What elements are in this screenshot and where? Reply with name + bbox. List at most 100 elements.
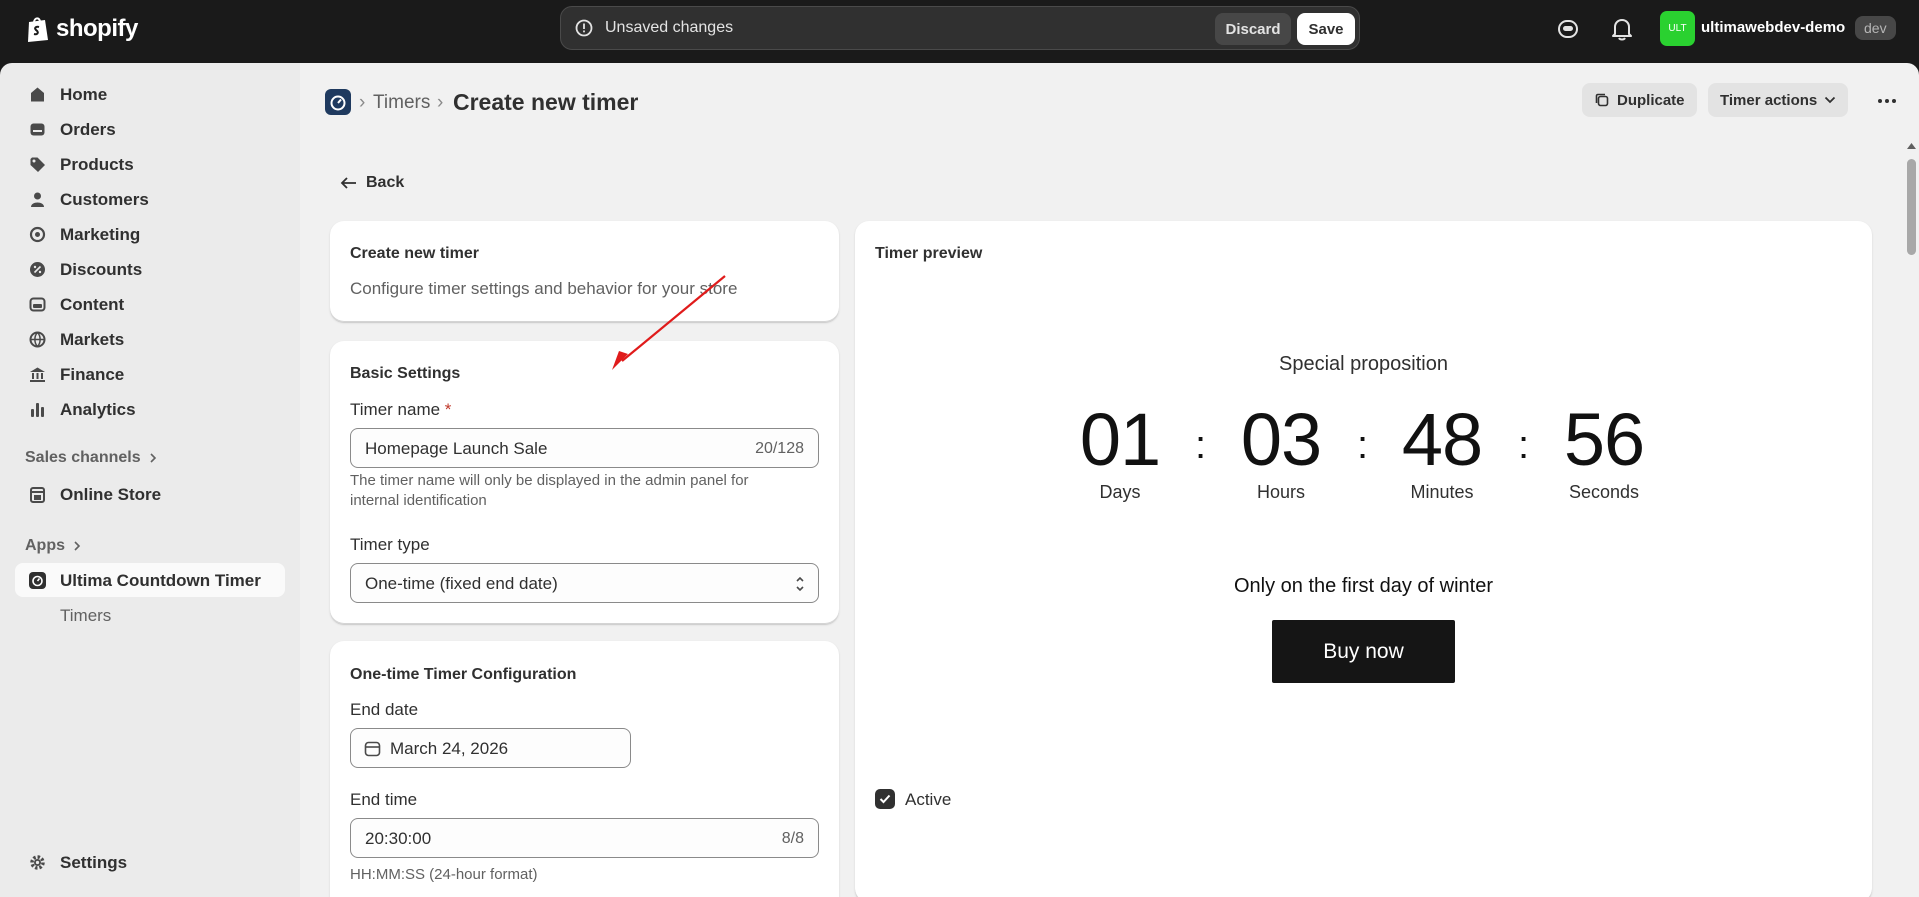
active-checkbox[interactable] [875, 789, 895, 809]
end-date-label: End date [350, 700, 419, 719]
duplicate-icon [1595, 93, 1609, 107]
sidebar-item-products[interactable]: Products [15, 147, 285, 181]
end-time-character-count: 8/8 [781, 830, 804, 847]
sidebar-item-content[interactable]: Content [15, 287, 285, 321]
app-timer-icon[interactable] [325, 89, 351, 115]
intro-card-title: Create new timer [350, 245, 479, 262]
timer-name-input[interactable]: Homepage Launch Sale 20/128 [350, 428, 819, 468]
intro-card: Create new timer Configure timer setting… [330, 221, 839, 322]
sidebar-item-finance[interactable]: Finance [15, 357, 285, 391]
countdown-separator: : [1518, 423, 1530, 467]
basic-settings-card: Basic Settings Timer name * Homepage Lau… [330, 341, 839, 624]
chart-bar-icon [31, 403, 44, 417]
timer-preview-card: Timer preview Special proposition 01 Day… [855, 221, 1872, 897]
buy-now-button[interactable]: Buy now [1272, 620, 1455, 683]
sidebar-item-analytics[interactable]: Analytics [15, 392, 285, 426]
countdown-days: 01 Days [1050, 400, 1190, 503]
timer-type-select[interactable]: One-time (fixed end date) [350, 563, 819, 603]
breadcrumb-timers[interactable]: Timers [373, 92, 430, 114]
chevron-right-icon [150, 453, 156, 463]
preview-headline: Special proposition [1279, 353, 1448, 375]
seconds-label: Seconds [1568, 482, 1640, 502]
basic-settings-title: Basic Settings [350, 365, 461, 382]
annotation-arrow [612, 275, 726, 370]
discount-icon [30, 262, 45, 277]
sidebar-item-label: Products [60, 155, 134, 174]
chevron-down-icon [1825, 96, 1836, 104]
hours-label: Hours [1256, 482, 1305, 502]
sidebar-item-orders[interactable]: Orders [15, 112, 285, 146]
sidebar: Home Orders Products Customers Marketing… [0, 63, 300, 897]
countdown-separator: : [1357, 423, 1369, 467]
store-name[interactable]: ultimawebdev-demo [1701, 19, 1845, 36]
sidebar-item-label: Content [60, 295, 125, 314]
more-actions-button[interactable] [1870, 84, 1904, 118]
bell-icon[interactable] [1611, 17, 1633, 41]
sidebar-item-marketing[interactable]: Marketing [15, 217, 285, 251]
duplicate-label: Duplicate [1617, 91, 1685, 109]
timer-preview-title: Timer preview [875, 245, 983, 262]
home-icon [31, 87, 44, 102]
sidekick-icon[interactable] [1556, 17, 1580, 41]
app-timer-icon [29, 572, 46, 589]
countdown-separator: : [1195, 423, 1207, 467]
end-time-label: End time [350, 790, 418, 809]
sidebar-item-label: Analytics [60, 400, 136, 419]
sales-channels-heading[interactable]: Sales channels [25, 449, 157, 467]
store-avatar[interactable]: ULT [1660, 11, 1695, 46]
sidebar-item-label: Orders [60, 120, 116, 139]
timer-name-value: Homepage Launch Sale [365, 439, 548, 458]
shopify-bag-icon [28, 17, 48, 42]
gear-icon [30, 855, 45, 870]
sidebar-item-label: Discounts [60, 260, 143, 279]
scrollbar-thumb[interactable] [1907, 159, 1916, 255]
page-title: Create new timer [453, 89, 639, 115]
breadcrumb-separator: › [359, 92, 366, 113]
sidebar-item-markets[interactable]: Markets [15, 322, 285, 356]
required-asterisk: * [444, 400, 452, 419]
sidebar-item-label: Finance [60, 365, 125, 384]
end-time-input[interactable]: 20:30:00 8/8 [350, 818, 819, 858]
scrollbar[interactable] [1904, 139, 1919, 897]
target-icon [29, 226, 46, 243]
discard-button[interactable]: Discard [1215, 13, 1291, 45]
apps-label: Apps [25, 537, 65, 554]
duplicate-button[interactable]: Duplicate [1582, 83, 1697, 117]
sidebar-item-timers[interactable]: Timers [15, 598, 285, 632]
minutes-value: 48 [1401, 398, 1483, 481]
sidebar-item-online-store[interactable]: Online Store [15, 477, 285, 511]
back-label: Back [366, 174, 405, 191]
timer-type-value: One-time (fixed end date) [365, 574, 558, 593]
end-date-picker[interactable]: March 24, 2026 [350, 728, 631, 768]
end-date-value: March 24, 2026 [390, 739, 509, 758]
save-button[interactable]: Save [1297, 13, 1355, 45]
apps-heading[interactable]: Apps [25, 537, 81, 555]
dev-badge: dev [1855, 16, 1896, 40]
timer-name-help-line-2: internal identification [350, 492, 487, 509]
checkmark-icon [879, 794, 891, 804]
shopify-logo[interactable]: shopify [26, 13, 138, 45]
timer-name-character-count: 20/128 [755, 440, 804, 457]
sidebar-item-customers[interactable]: Customers [15, 182, 285, 216]
end-time-help: HH:MM:SS (24-hour format) [350, 866, 538, 883]
timer-glyph-icon [330, 95, 346, 111]
chevron-right-icon [74, 541, 81, 551]
orders-icon [30, 123, 45, 136]
timer-actions-button[interactable]: Timer actions [1708, 83, 1849, 117]
minutes-label: Minutes [1410, 482, 1474, 502]
dot [1892, 99, 1896, 103]
sidebar-item-ultima-countdown-timer[interactable]: Ultima Countdown Timer [15, 563, 285, 597]
sidebar-item-settings[interactable]: Settings [15, 845, 285, 879]
scroll-up-arrow-icon[interactable] [1907, 143, 1916, 149]
unsaved-changes-text: Unsaved changes [605, 19, 734, 36]
back-link[interactable]: Back [340, 174, 404, 192]
sales-channels-label: Sales channels [25, 449, 141, 466]
sidebar-item-discounts[interactable]: Discounts [15, 252, 285, 286]
bank-icon [30, 367, 45, 382]
countdown-hours: 03 Hours [1211, 400, 1351, 503]
image-icon [29, 297, 46, 312]
calendar-icon [364, 741, 381, 757]
sidebar-item-home[interactable]: Home [15, 77, 285, 111]
timer-actions-label: Timer actions [1720, 91, 1818, 109]
sidebar-item-label: Online Store [60, 485, 162, 504]
